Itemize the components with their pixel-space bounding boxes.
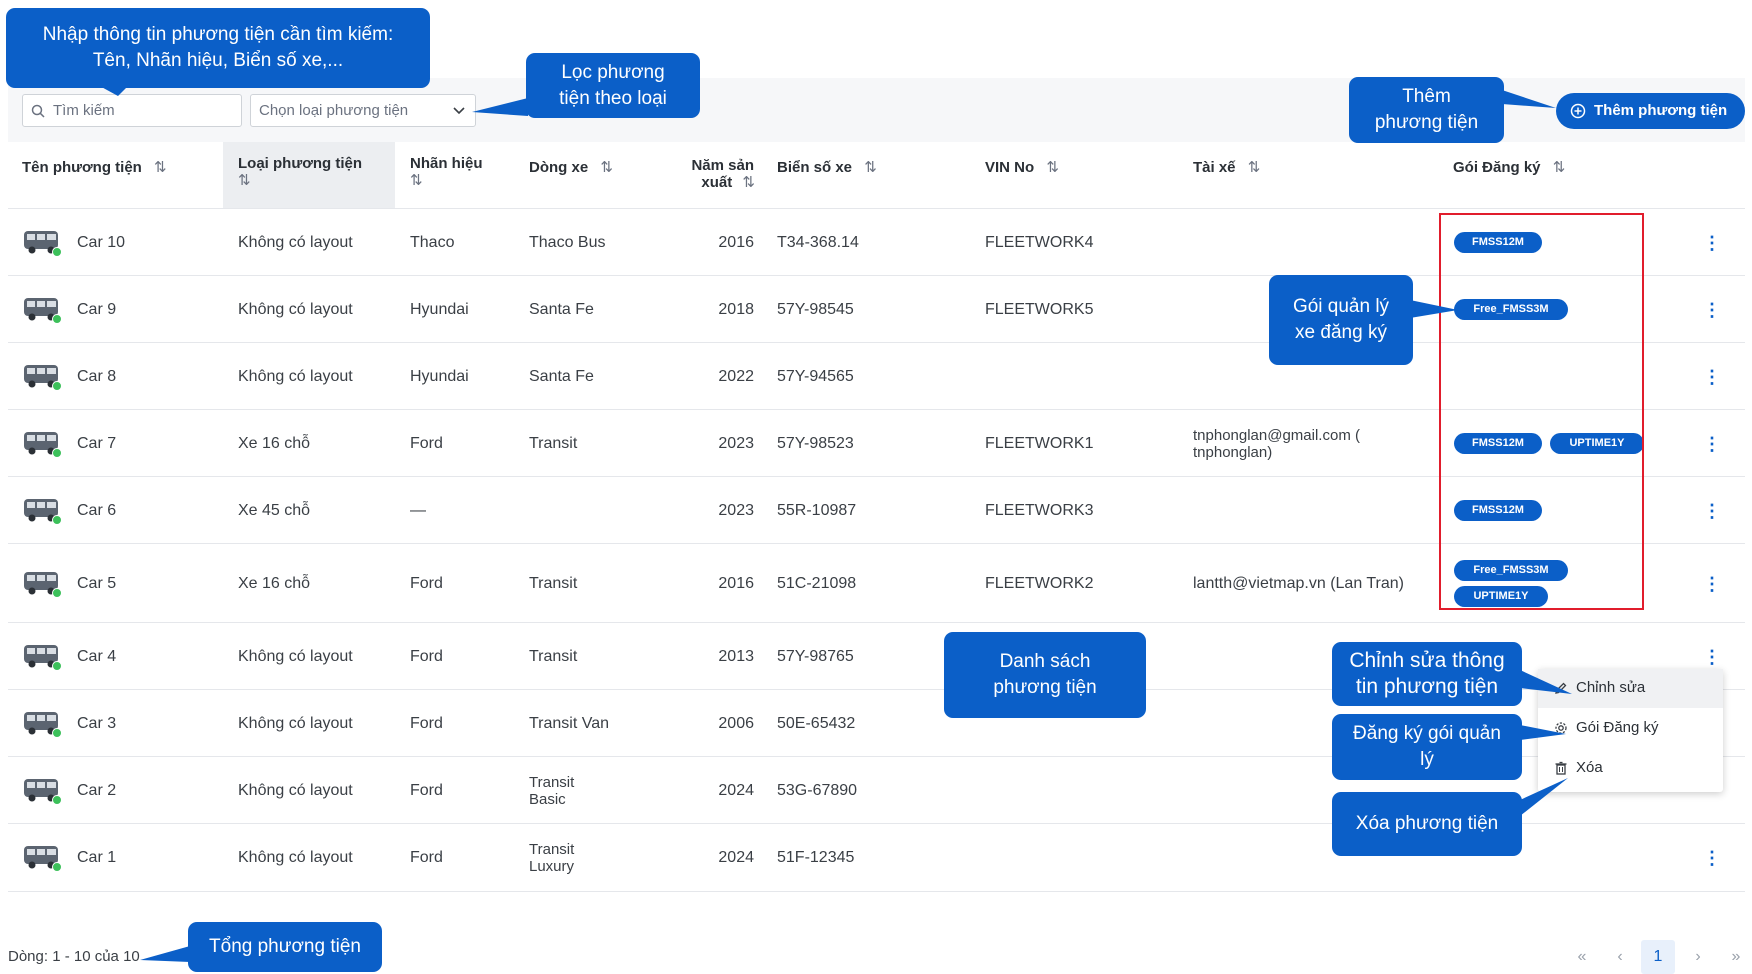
callout-search-line2: Tên, Nhãn hiệu, Biển số xe,...: [92, 50, 344, 71]
callout-add: Thêm phương tiện: [1349, 77, 1504, 143]
pointer-subscribe: [1520, 725, 1566, 740]
callout-subscribe-line2: lý: [1420, 749, 1434, 770]
pointer-filter: [472, 98, 528, 116]
callout-package-line1: Gói quản lý: [1292, 296, 1390, 317]
callout-add-line1: Thêm: [1402, 86, 1451, 107]
next-page-button[interactable]: ›: [1683, 940, 1713, 974]
callout-list-line1: Danh sách: [999, 651, 1091, 672]
callout-add-line2: phương tiện: [1374, 112, 1479, 133]
callout-subscribe: Đăng ký gói quản lý: [1332, 714, 1522, 780]
callout-edit-line2: tin phương tiện: [1355, 675, 1499, 698]
row-count: Dòng: 1 - 10 của 10: [8, 948, 140, 965]
first-page-button[interactable]: «: [1567, 940, 1597, 974]
callout-total-line1: Tổng phương tiện: [209, 936, 361, 957]
pointer-package: [1410, 300, 1458, 318]
callout-delete: Xóa phương tiện: [1332, 792, 1522, 856]
callout-delete-line1: Xóa phương tiện: [1355, 813, 1499, 834]
page-1-button[interactable]: 1: [1641, 940, 1675, 974]
callout-filter-line1: Lọc phương: [561, 61, 665, 83]
callout-total: Tổng phương tiện: [188, 922, 382, 972]
callout-package: Gói quản lý xe đăng ký: [1269, 275, 1413, 365]
callout-subscribe-line1: Đăng ký gói quản: [1353, 723, 1501, 744]
callout-filter-line2: tiện theo loại: [559, 87, 667, 109]
callout-search-line1: Nhập thông tin phương tiện cần tìm kiếm:: [42, 24, 394, 45]
pointer-total: [140, 946, 190, 962]
callout-edit-line1: Chỉnh sửa thông: [1349, 649, 1505, 672]
callout-edit: Chỉnh sửa thông tin phương tiện: [1332, 642, 1522, 706]
pointer-add: [1502, 90, 1556, 108]
callout-list-line2: phương tiện: [993, 677, 1097, 698]
pointer-delete: [1520, 778, 1568, 816]
callout-search: Nhập thông tin phương tiện cần tìm kiếm:…: [6, 8, 430, 88]
callout-list: Danh sách phương tiện: [944, 632, 1146, 718]
callout-filter: Lọc phương tiện theo loại: [526, 53, 700, 118]
pointer-edit: [1520, 670, 1572, 694]
last-page-button[interactable]: »: [1721, 940, 1751, 974]
prev-page-button[interactable]: ‹: [1605, 940, 1635, 974]
callout-package-line2: xe đăng ký: [1295, 322, 1387, 343]
